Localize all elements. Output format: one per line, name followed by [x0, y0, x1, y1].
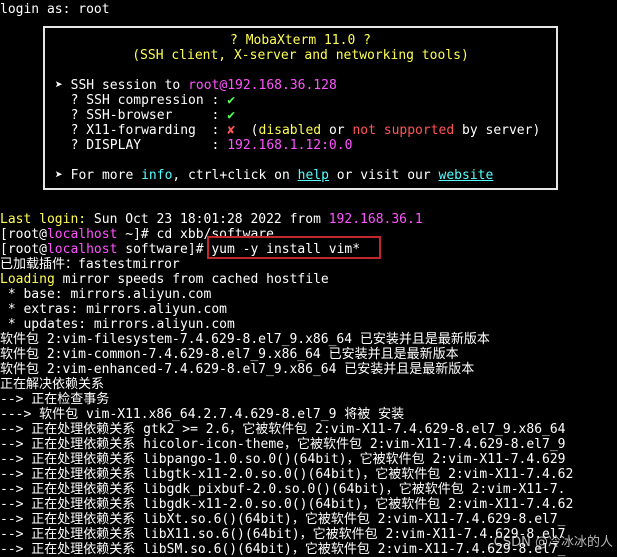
- last-login-label: Last login:: [0, 212, 94, 227]
- session-user: root: [188, 78, 220, 93]
- last-login-value: Sun Oct 23 18:01:28 2022 from: [93, 212, 329, 227]
- banner-title: ? MobaXterm 11.0 ?: [230, 33, 371, 48]
- prompt-host: localhost: [46, 227, 118, 242]
- compression-label: ? SSH compression :: [55, 93, 228, 108]
- output-line: Loading mirror speeds from cached hostfi…: [0, 272, 329, 287]
- x11-note-open: (: [235, 123, 259, 138]
- output-line: --> 正在处理依赖关系 libgtk-x11-2.0.so.0()(64bit…: [0, 467, 574, 482]
- more-info: info: [141, 168, 173, 183]
- login-line: login as: root: [0, 2, 110, 17]
- help-link[interactable]: help: [298, 168, 329, 183]
- terminal-window[interactable]: login as: root ? MobaXterm 11.0 ? (SSH c…: [0, 0, 617, 557]
- check-icon: ✔: [227, 93, 236, 108]
- output-line: ---> 软件包 vim-X11.x86_64.2.7.4.629-8.el7_…: [0, 407, 405, 422]
- output-line: 软件包 2:vim-filesystem-7.4.629-8.el7_9.x86…: [0, 332, 490, 347]
- prompt-rest: software]#: [117, 242, 212, 257]
- banner-subtitle: (SSH client, X-server and networking too…: [132, 48, 469, 63]
- last-login-line: Last login: Sun Oct 23 18:01:28 2022 fro…: [0, 212, 423, 227]
- more-prefix: ➤ For more: [55, 168, 142, 183]
- output-loading: Loading mirror speeds from cached hostfi…: [0, 272, 329, 287]
- output-line: * updates: mirrors.aliyun.com: [0, 317, 235, 332]
- banner-display-line: ? DISPLAY : 192.168.1.12:0.0: [55, 138, 353, 153]
- session-host: @192.168.36.128: [219, 78, 337, 93]
- loading-word: Loading: [0, 272, 55, 287]
- banner-more-line: ➤ For more info, ctrl+click on help or v…: [55, 168, 493, 183]
- loading-rest: mirror speeds from cached hostfile: [54, 272, 329, 287]
- output-line: --> 正在处理依赖关系 libpango-1.0.so.0()(64bit)，…: [0, 452, 566, 467]
- more-visit: or visit our: [328, 168, 439, 183]
- last-login-ip: 192.168.36.1: [328, 212, 423, 227]
- prompt-host: localhost: [46, 242, 118, 257]
- check-icon: ✔: [227, 108, 236, 123]
- output-line: --> 正在处理依赖关系 hicolor-icon-theme，它被软件包 2:…: [0, 437, 566, 452]
- session-prefix: ➤ SSH session to: [55, 78, 189, 93]
- output-line: 软件包 2:vim-common-7.4.629-8.el7_9.x86_64 …: [0, 347, 459, 362]
- output-line: --> 正在处理依赖关系 libXt.so.6()(64bit)，它被软件包 2…: [0, 512, 566, 527]
- website-link[interactable]: website: [439, 168, 494, 183]
- x11-disabled: disabled: [258, 123, 322, 138]
- x11-label: ? X11-forwarding :: [55, 123, 228, 138]
- output-line: 软件包 2:vim-enhanced-7.4.629-8.el7_9.x86_6…: [0, 362, 475, 377]
- prompt-user: [root@: [0, 227, 47, 242]
- banner-session-line: ➤ SSH session to root@192.168.36.128: [55, 78, 337, 93]
- display-label: ? DISPLAY :: [55, 138, 228, 153]
- display-value: 192.168.1.12:0.0: [227, 138, 353, 153]
- output-line: --> 正在处理依赖关系 libX11.so.6()(64bit)，它被软件包 …: [0, 527, 566, 542]
- output-line: --> 正在处理依赖关系 libgdk-x11-2.0.so.0()(64bit…: [0, 497, 574, 512]
- watermark: CSDN @冷冰冰的人: [493, 535, 613, 550]
- banner-compression-line: ? SSH compression : ✔: [55, 93, 235, 108]
- browser-label: ? SSH-browser :: [55, 108, 228, 123]
- x11-not-supported: not supported: [352, 123, 455, 138]
- command-highlight-box: [207, 236, 381, 259]
- more-mid: , ctrl+click on: [172, 168, 298, 183]
- output-line: 正在解决依赖关系: [0, 377, 105, 392]
- output-line: --> 正在处理依赖关系 libgdk_pixbuf-2.0.so.0()(64…: [0, 482, 566, 497]
- x11-or: or: [321, 123, 353, 138]
- cross-icon: ✘: [227, 123, 236, 138]
- x11-by-server: by server): [454, 123, 541, 138]
- banner-browser-line: ? SSH-browser : ✔: [55, 108, 235, 123]
- mobaxterm-banner: ? MobaXterm 11.0 ? (SSH client, X-server…: [43, 26, 558, 190]
- output-line: --> 正在处理依赖关系 libSM.so.6()(64bit)，它被软件包 2…: [0, 542, 566, 557]
- output-line: --> 正在处理依赖关系 gtk2 >= 2.6，它被软件包 2:vim-X11…: [0, 422, 566, 437]
- output-line: 已加载插件：fastestmirror: [0, 257, 180, 272]
- prompt-user: [root@: [0, 242, 47, 257]
- output-line: * extras: mirrors.aliyun.com: [0, 302, 227, 317]
- output-line: * base: mirrors.aliyun.com: [0, 287, 212, 302]
- banner-x11-line: ? X11-forwarding : ✘ (disabled or not su…: [55, 123, 541, 138]
- output-line: --> 正在检查事务: [0, 392, 110, 407]
